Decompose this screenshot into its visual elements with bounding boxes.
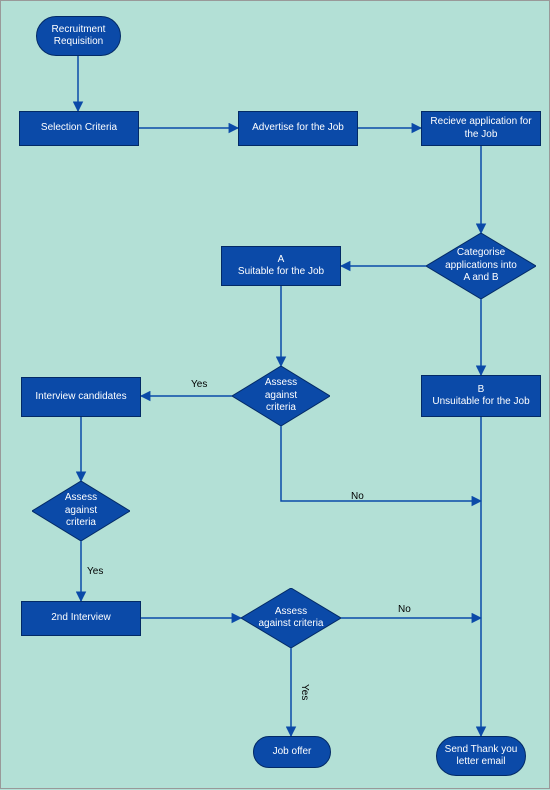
- node-label: Assess against criteria: [249, 377, 313, 415]
- edge-label-assess2-yes: Yes: [87, 566, 103, 577]
- edge-label-assess3-yes: Yes: [299, 684, 310, 700]
- node-label: Assess against criteria: [258, 606, 324, 631]
- edge-label-assess1-yes: Yes: [191, 379, 207, 390]
- node-label: Recieve application for the Job: [425, 116, 537, 141]
- decision-assess-2: Assess against criteria: [32, 481, 130, 541]
- node-label: ASuitable for the Job: [238, 254, 324, 279]
- process-second-interview: 2nd Interview: [21, 601, 141, 636]
- process-unsuitable-b: BUnsuitable for the Job: [421, 375, 541, 417]
- node-label: 2nd Interview: [51, 612, 110, 625]
- decision-categorise-applications: Categorise applications into A and B: [426, 233, 536, 299]
- terminator-job-offer: Job offer: [253, 736, 331, 768]
- process-interview-candidates: Interview candidates: [21, 377, 141, 417]
- flowchart-canvas: RecruitmentRequisition Selection Criteri…: [0, 0, 550, 789]
- edge-label-assess1-no: No: [351, 491, 364, 502]
- terminator-thank-you-email: Send Thank you letter email: [436, 736, 526, 776]
- node-label: Send Thank you letter email: [440, 744, 522, 769]
- terminator-recruitment-requisition: RecruitmentRequisition: [36, 16, 121, 56]
- decision-assess-3: Assess against criteria: [241, 588, 341, 648]
- process-receive-application: Recieve application for the Job: [421, 111, 541, 146]
- node-label: RecruitmentRequisition: [52, 24, 106, 49]
- node-label: Interview candidates: [35, 391, 126, 404]
- node-label: Assess against criteria: [49, 492, 113, 530]
- decision-assess-1: Assess against criteria: [232, 366, 330, 426]
- process-selection-criteria: Selection Criteria: [19, 111, 139, 146]
- node-label: Advertise for the Job: [252, 122, 344, 135]
- node-label: Categorise applications into A and B: [445, 247, 518, 285]
- process-advertise-for-job: Advertise for the Job: [238, 111, 358, 146]
- node-label: BUnsuitable for the Job: [432, 384, 529, 409]
- node-label: Job offer: [273, 746, 312, 759]
- process-suitable-a: ASuitable for the Job: [221, 246, 341, 286]
- edge-label-assess3-no: No: [398, 604, 411, 615]
- node-label: Selection Criteria: [41, 122, 117, 135]
